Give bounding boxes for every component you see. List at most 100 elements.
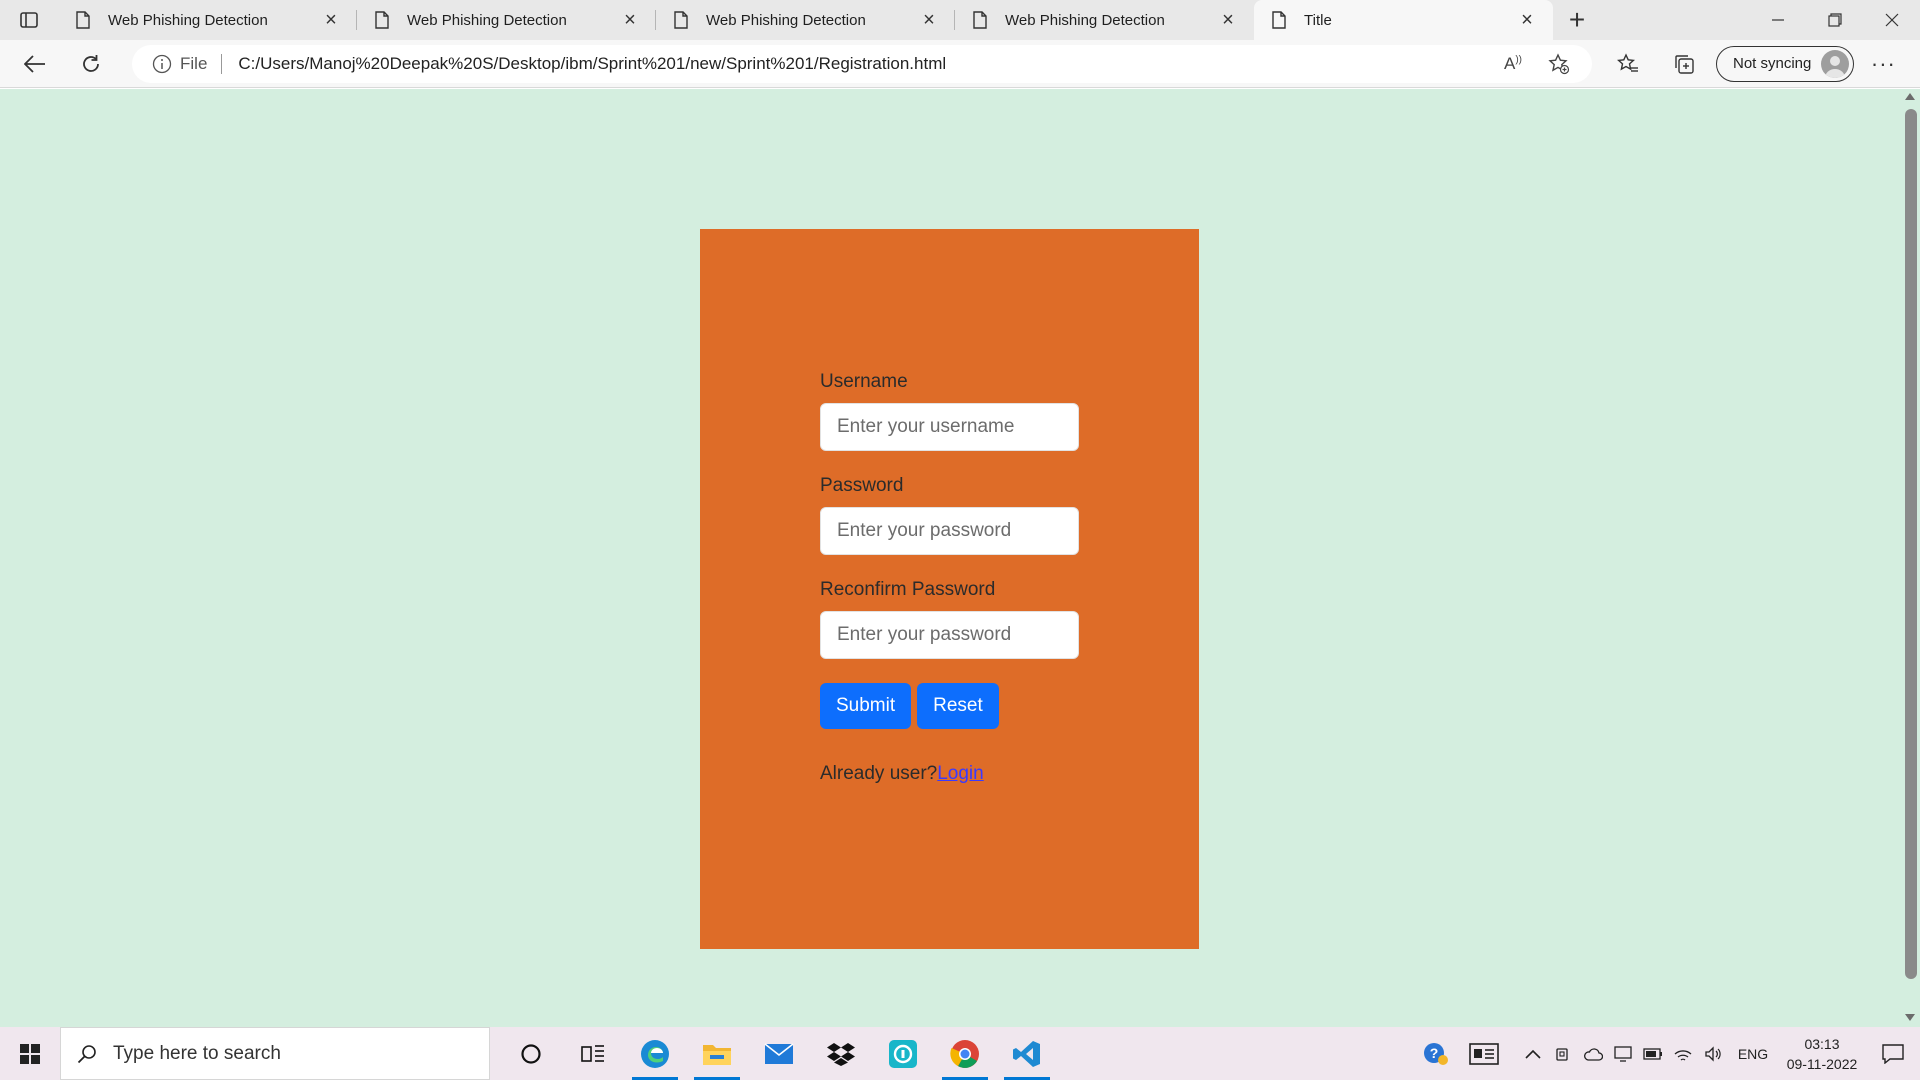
- news-tray-button[interactable]: [1458, 1042, 1510, 1065]
- tab-title: Title: [1304, 11, 1332, 29]
- wifi-icon: [1674, 1049, 1692, 1061]
- scroll-thumb[interactable]: [1905, 109, 1917, 979]
- display-tray-button[interactable]: [1608, 1045, 1638, 1062]
- site-info-button[interactable]: File: [152, 54, 221, 74]
- battery-button[interactable]: [1638, 1047, 1668, 1060]
- close-tab-icon[interactable]: ×: [1216, 8, 1240, 32]
- collections-button[interactable]: [1656, 44, 1712, 84]
- close-tab-icon[interactable]: ×: [917, 8, 941, 32]
- scroll-up-arrow-icon[interactable]: [1905, 93, 1915, 100]
- page-icon: [969, 9, 991, 31]
- add-favorite-button[interactable]: [1536, 52, 1582, 75]
- vscode-button[interactable]: [996, 1027, 1058, 1080]
- page-viewport: Username Password Reconfirm Password Sub…: [0, 89, 1920, 1027]
- login-link[interactable]: Login: [937, 763, 984, 784]
- close-tab-icon[interactable]: ×: [618, 8, 642, 32]
- tab-actions-button[interactable]: [0, 0, 58, 40]
- dropbox-button[interactable]: [810, 1027, 872, 1080]
- reconfirm-password-input[interactable]: [820, 611, 1079, 659]
- search-icon: [77, 1044, 96, 1063]
- username-input[interactable]: [820, 403, 1079, 451]
- task-view-button[interactable]: [562, 1027, 624, 1080]
- already-user-text: Already user?Login: [820, 763, 1080, 785]
- favorites-button[interactable]: [1600, 44, 1656, 84]
- clock[interactable]: 03:13 09-11-2022: [1778, 1034, 1866, 1074]
- browser-tab[interactable]: Web Phishing Detection ×: [955, 0, 1254, 40]
- chrome-button[interactable]: [934, 1027, 996, 1080]
- chrome-icon: [950, 1039, 979, 1068]
- browser-tab[interactable]: Web Phishing Detection ×: [357, 0, 656, 40]
- mail-icon: [764, 1042, 794, 1064]
- tab-title: Web Phishing Detection: [1005, 11, 1165, 29]
- page-icon: [1268, 9, 1290, 31]
- volume-button[interactable]: [1698, 1045, 1728, 1062]
- settings-more-button[interactable]: ···: [1854, 51, 1912, 77]
- password-input[interactable]: [820, 507, 1079, 555]
- submit-button[interactable]: Submit: [820, 683, 912, 729]
- minimize-button[interactable]: [1749, 0, 1806, 40]
- read-aloud-icon: A)): [1503, 53, 1522, 73]
- page-icon: [371, 9, 393, 31]
- profile-status: Not syncing: [1733, 55, 1812, 72]
- info-icon: [152, 54, 172, 73]
- form-actions: Submit Reset: [820, 683, 1080, 729]
- battery-icon: [1643, 1047, 1662, 1060]
- close-icon: [1885, 13, 1898, 27]
- back-button[interactable]: [10, 44, 60, 84]
- vscode-icon: [1013, 1040, 1040, 1067]
- address-bar[interactable]: File C:/Users/Manoj%20Deepak%20S/Desktop…: [132, 44, 1592, 83]
- browser-tab[interactable]: Web Phishing Detection ×: [656, 0, 955, 40]
- restore-button[interactable]: [1806, 0, 1863, 40]
- language-indicator[interactable]: ENG: [1728, 1046, 1778, 1062]
- close-tab-icon[interactable]: ×: [1515, 8, 1539, 32]
- onedrive-button[interactable]: [1578, 1047, 1608, 1061]
- notifications-button[interactable]: [1866, 1043, 1920, 1064]
- display-icon: [1614, 1045, 1632, 1062]
- dropbox-icon: [827, 1042, 855, 1066]
- reset-button[interactable]: Reset: [917, 683, 999, 729]
- new-tab-button[interactable]: +: [1553, 0, 1601, 40]
- scroll-down-arrow-icon[interactable]: [1905, 1014, 1915, 1021]
- cortana-button[interactable]: [500, 1027, 562, 1080]
- chevron-up-icon: [1525, 1049, 1541, 1059]
- page-icon: [670, 9, 692, 31]
- taskbar-search-box[interactable]: Type here to search: [60, 1027, 490, 1080]
- wifi-button[interactable]: [1668, 1046, 1698, 1062]
- edge-icon: [641, 1039, 669, 1068]
- meet-now-button[interactable]: [1548, 1046, 1578, 1062]
- username-label: Username: [820, 371, 908, 392]
- clock-time: 03:13: [1804, 1035, 1840, 1052]
- help-tray-button[interactable]: ?: [1414, 1042, 1458, 1066]
- cortana-icon: [521, 1043, 541, 1064]
- help-icon: ?: [1424, 1042, 1448, 1065]
- browser-toolbar: File C:/Users/Manoj%20Deepak%20S/Desktop…: [0, 40, 1920, 88]
- task-view-icon: [581, 1044, 604, 1062]
- close-window-button[interactable]: [1863, 0, 1920, 40]
- already-user-label: Already user?: [820, 763, 938, 784]
- browser-tab[interactable]: Web Phishing Detection ×: [58, 0, 357, 40]
- clock-date: 09-11-2022: [1786, 1055, 1858, 1072]
- search-placeholder: Type here to search: [113, 1042, 281, 1064]
- start-button[interactable]: [0, 1027, 60, 1080]
- app-button[interactable]: [872, 1027, 934, 1080]
- password-label: Password: [820, 475, 904, 496]
- show-hidden-icons-button[interactable]: [1518, 1049, 1548, 1059]
- file-explorer-icon: [703, 1044, 731, 1065]
- system-tray: ? ENG 03:13 09-11-2022: [1414, 1027, 1920, 1080]
- windows-logo-icon: [20, 1043, 40, 1064]
- vertical-scrollbar[interactable]: [1900, 89, 1920, 1027]
- mail-button[interactable]: [748, 1027, 810, 1080]
- refresh-button[interactable]: [66, 44, 116, 84]
- edge-taskbar-button[interactable]: [624, 1027, 686, 1080]
- browser-tab-active[interactable]: Title ×: [1254, 0, 1553, 40]
- reconfirm-password-label: Reconfirm Password: [820, 579, 996, 600]
- user-icon: [1825, 55, 1846, 78]
- file-explorer-button[interactable]: [686, 1027, 748, 1080]
- url-text[interactable]: C:/Users/Manoj%20Deepak%20S/Desktop/ibm/…: [238, 54, 1490, 74]
- page-icon: [72, 9, 94, 31]
- avatar: [1821, 49, 1850, 78]
- profile-button[interactable]: Not syncing: [1716, 45, 1855, 82]
- read-aloud-button[interactable]: A)): [1490, 54, 1536, 74]
- scheme-label: File: [180, 53, 208, 73]
- close-tab-icon[interactable]: ×: [319, 8, 343, 32]
